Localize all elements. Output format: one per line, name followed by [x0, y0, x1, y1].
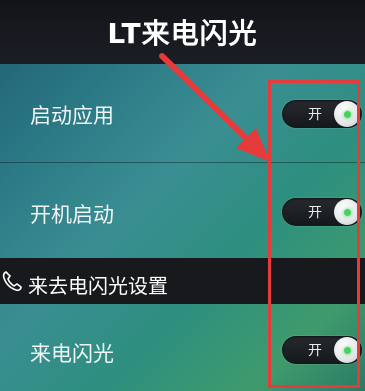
- annotation-highlight-box: [268, 80, 360, 388]
- setting-label: 来电闪光: [30, 342, 114, 366]
- setting-label: 启动应用: [30, 104, 114, 128]
- setting-label: 开机启动: [30, 203, 114, 227]
- page-title: LT来电闪光: [107, 17, 258, 50]
- phone-icon: [2, 271, 22, 292]
- section-title: 来去电闪光设置: [28, 274, 168, 298]
